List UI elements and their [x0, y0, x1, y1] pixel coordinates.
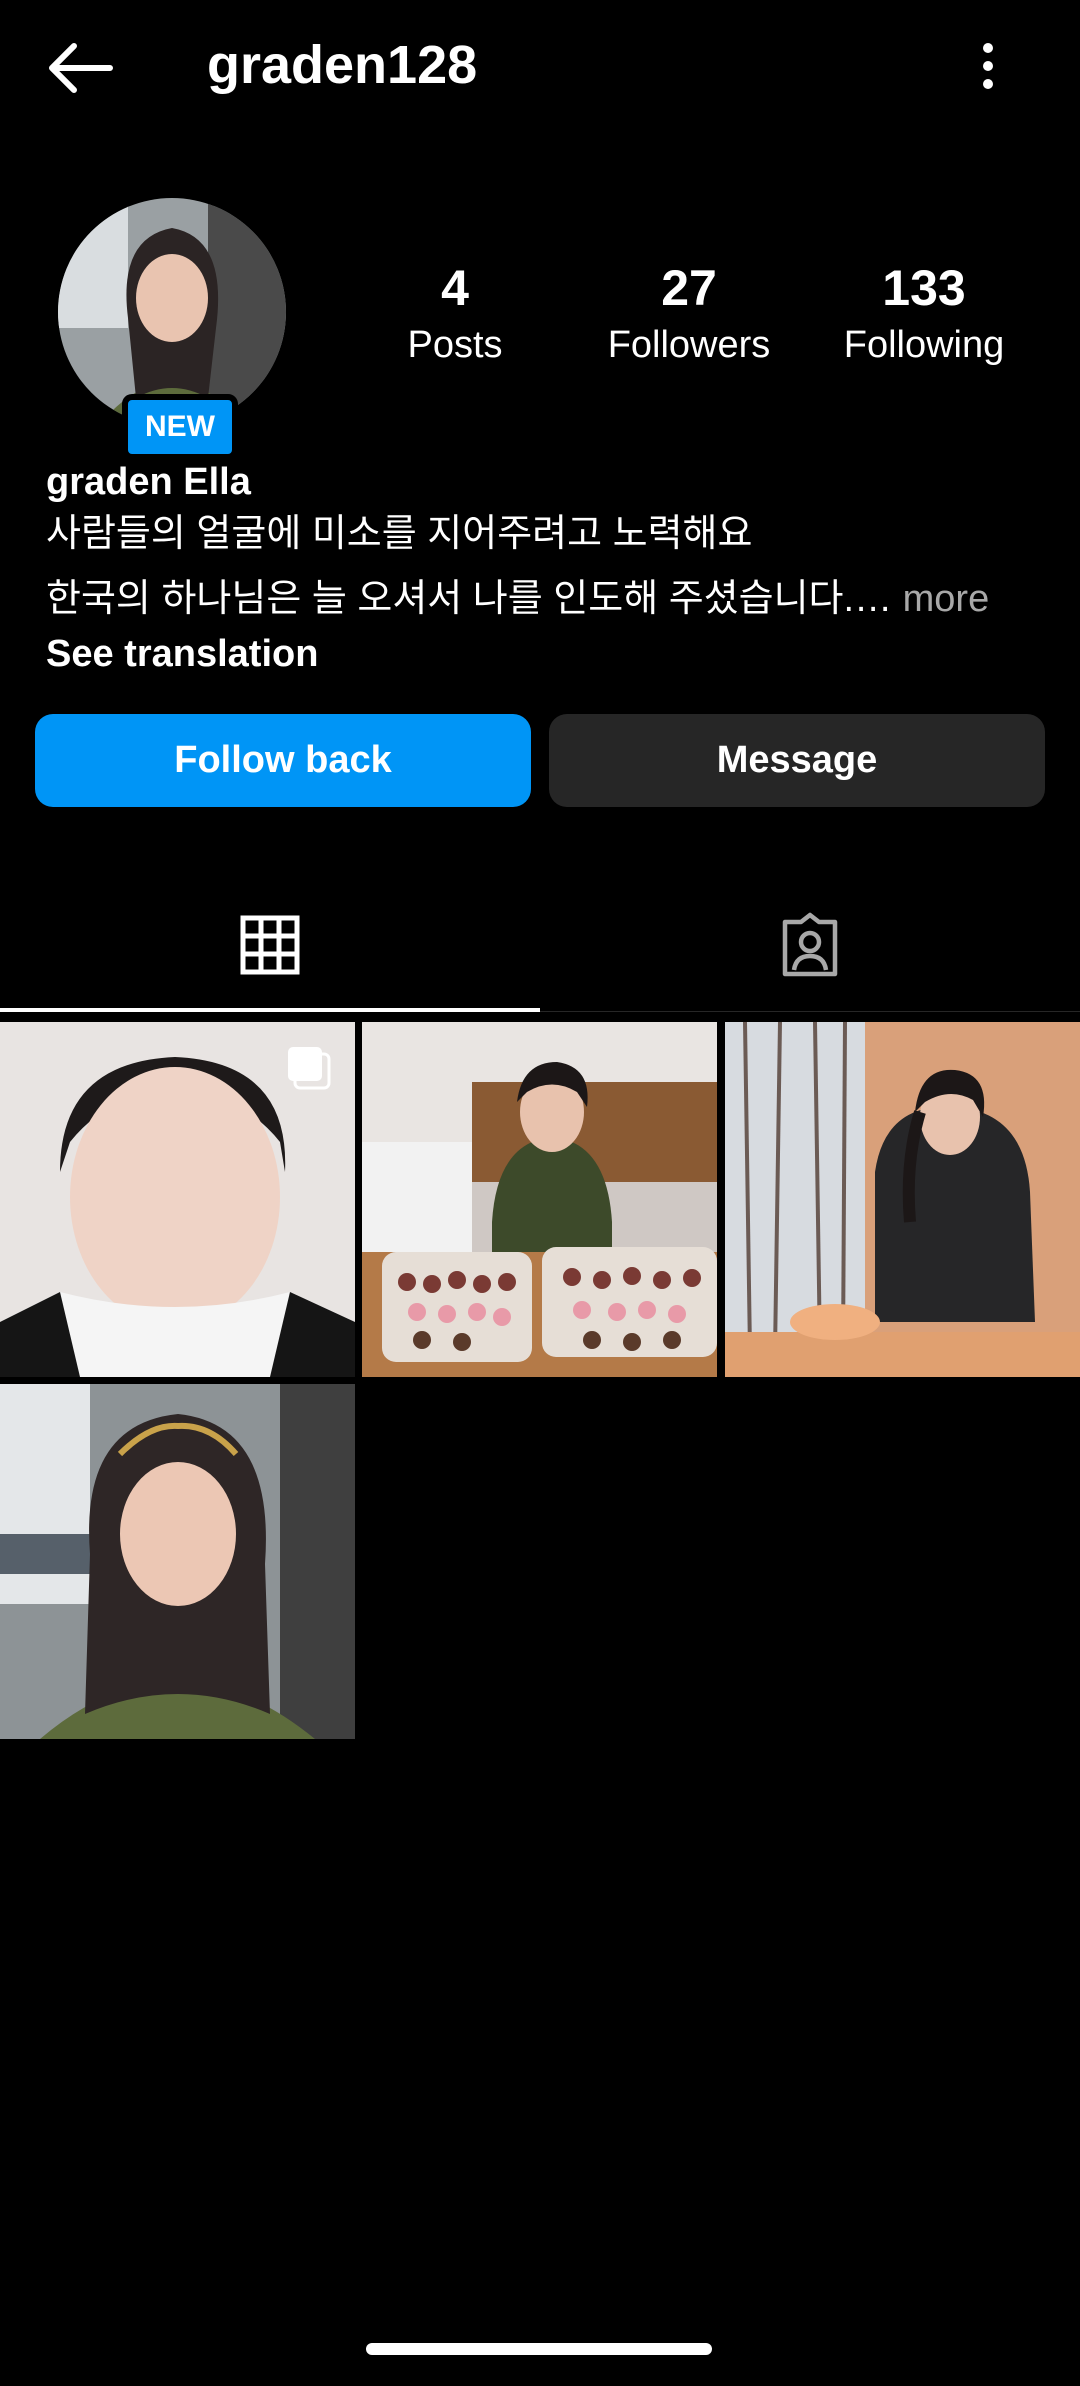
- tagged-icon: [782, 912, 838, 977]
- followers-count: 27: [661, 260, 717, 316]
- posts-label: Posts: [407, 324, 503, 366]
- following-count: 133: [882, 260, 966, 316]
- post-1[interactable]: [0, 1022, 355, 1377]
- post-4[interactable]: [0, 1384, 355, 1739]
- post-2[interactable]: [362, 1022, 717, 1377]
- following-label: Following: [843, 324, 1005, 366]
- see-translation-link[interactable]: See translation: [46, 628, 318, 680]
- tab-divider: [540, 1011, 1080, 1012]
- stat-posts[interactable]: 4 Posts: [355, 256, 555, 370]
- more-options-button[interactable]: [960, 38, 1016, 98]
- bio-line-2: 한국의 하나님은 늘 오셔서 나를 인도해 주셨습니다.… more: [46, 573, 1046, 625]
- bio-more-link[interactable]: more: [892, 578, 990, 620]
- grid-icon: [240, 915, 300, 975]
- bio-line-1: 사람들의 얼굴에 미소를 지어주려고 노력해요: [46, 513, 753, 555]
- profile-full-name: graden Ella: [46, 461, 251, 503]
- bio-line-2-text: 한국의 하나님은 늘 오셔서 나를 인도해 주셨습니다.…: [46, 578, 893, 620]
- back-button[interactable]: [44, 38, 116, 98]
- stat-following[interactable]: 133 Following: [824, 256, 1024, 370]
- carousel-icon: [288, 1047, 331, 1090]
- tab-active-indicator: [0, 1008, 540, 1012]
- followers-label: Followers: [607, 324, 771, 366]
- follow-back-button[interactable]: Follow back: [35, 714, 531, 807]
- post-3[interactable]: [725, 1022, 1080, 1377]
- avatar[interactable]: [58, 198, 286, 426]
- message-button[interactable]: Message: [549, 714, 1045, 807]
- stat-followers[interactable]: 27 Followers: [589, 256, 789, 370]
- back-arrow-icon: [49, 43, 113, 93]
- profile-username: graden128: [207, 35, 478, 95]
- tab-posts-grid[interactable]: [0, 880, 540, 1010]
- new-badge: NEW: [122, 394, 238, 460]
- home-indicator[interactable]: [366, 2343, 712, 2355]
- posts-count: 4: [441, 260, 469, 316]
- tab-tagged[interactable]: [540, 880, 1080, 1010]
- more-vertical-icon: [983, 43, 993, 89]
